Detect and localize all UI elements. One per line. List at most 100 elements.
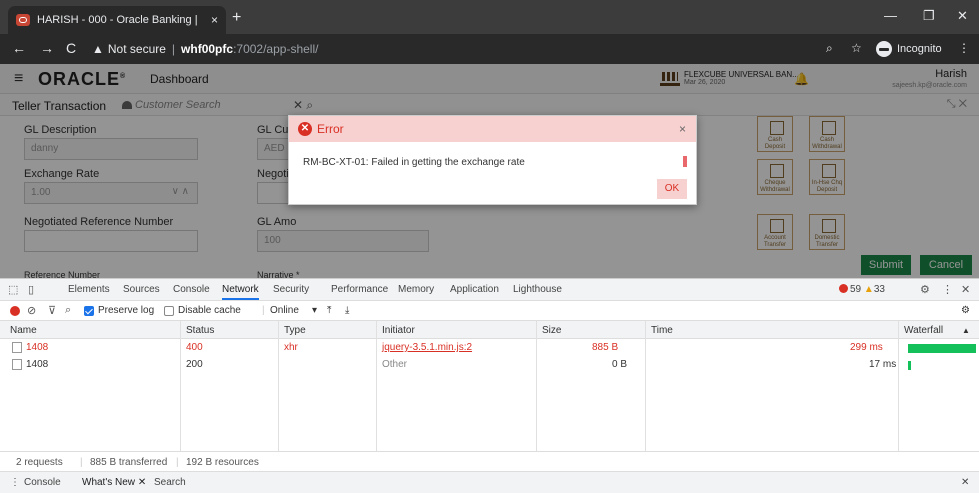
network-toolbar: ⊘ ⊽ ⌕ Preserve log Disable cache | Onlin… — [0, 301, 979, 321]
bookmark-star-icon[interactable]: ☆ — [851, 41, 862, 55]
incognito-icon — [876, 41, 892, 57]
devtools-close-icon[interactable]: ✕ — [961, 283, 970, 296]
request-time: 299 ms — [850, 342, 883, 353]
request-count: 2 requests — [16, 457, 63, 468]
throttle-chevron-down-icon[interactable]: ▾ — [312, 305, 317, 316]
sort-up-icon[interactable]: ▲ — [962, 326, 970, 335]
transferred-size: 885 B transferred — [90, 457, 168, 468]
drawer-close-icon[interactable]: ✕ — [961, 477, 969, 488]
column-time[interactable]: Time — [651, 325, 673, 336]
incognito-indicator[interactable]: Incognito — [876, 41, 942, 57]
warning-count-icon: ▲ — [863, 284, 874, 295]
tab-lighthouse[interactable]: Lighthouse — [513, 284, 562, 295]
forward-arrow-icon[interactable]: → — [40, 40, 54, 56]
tab-title: HARISH - 000 - Oracle Banking | — [37, 14, 198, 26]
url-path: :7002/app-shell/ — [233, 42, 319, 56]
settings-gear-icon[interactable]: ⚙ — [920, 283, 930, 296]
devtools-panel: ⬚ ▯ Elements Sources Console Network Sec… — [0, 278, 979, 493]
address-bar: ← → C ▲ Not secure | whf00pfc :7002/app-… — [0, 34, 979, 64]
request-status: 200 — [186, 359, 203, 370]
status-divider: | — [176, 457, 179, 468]
error-message: RM-BC-XT-01: Failed in getting the excha… — [303, 157, 525, 168]
drawer-tab-console[interactable]: Console — [24, 477, 61, 488]
error-marker — [683, 156, 687, 167]
devtools-tab-bar: ⬚ ▯ Elements Sources Console Network Sec… — [0, 279, 979, 301]
request-name: 1408 — [26, 359, 49, 370]
request-name: 1408 — [26, 342, 49, 353]
issues-badge[interactable]: 59 ▲33 — [839, 284, 885, 295]
clear-icon[interactable]: ⊘ — [27, 304, 36, 317]
maximize-icon[interactable]: ❐ — [923, 8, 935, 24]
back-arrow-icon[interactable]: ← — [12, 40, 26, 56]
oracle-favicon-icon — [16, 14, 30, 26]
zoom-magnifier-icon[interactable]: ⌕ — [826, 41, 833, 56]
drawer-tab-close-icon[interactable]: ✕ — [138, 477, 146, 488]
request-type: xhr — [284, 342, 298, 353]
waterfall-bar — [908, 344, 976, 353]
column-size[interactable]: Size — [542, 325, 561, 336]
disable-cache-label: Disable cache — [178, 305, 241, 316]
table-row[interactable]: 1408 400 xhr jquery-3.5.1.min.js:2 885 B… — [0, 339, 898, 356]
column-waterfall[interactable]: Waterfall — [904, 325, 943, 336]
ok-button[interactable]: OK — [657, 179, 687, 199]
table-row[interactable]: 1408 200 Other 0 B 17 ms — [0, 356, 898, 373]
record-icon[interactable] — [10, 306, 20, 316]
device-toolbar-icon[interactable]: ▯ — [28, 283, 34, 296]
network-settings-gear-icon[interactable]: ⚙ — [961, 305, 970, 316]
tab-network[interactable]: Network — [222, 284, 259, 300]
browser-tab-strip: HARISH - 000 - Oracle Banking | × + — ❐ … — [0, 0, 979, 34]
status-divider: | — [80, 457, 83, 468]
column-initiator[interactable]: Initiator — [382, 325, 415, 336]
search-icon[interactable]: ⌕ — [65, 304, 71, 317]
dialog-close-icon[interactable]: × — [679, 122, 686, 136]
minimize-icon[interactable]: — — [884, 8, 897, 23]
drawer-menu-icon[interactable]: ⋮ — [10, 477, 20, 488]
error-count: 59 — [850, 284, 862, 295]
error-dialog-header: ✕ Error × — [289, 116, 696, 142]
tab-elements[interactable]: Elements — [68, 284, 110, 295]
new-tab-button[interactable]: + — [232, 9, 241, 27]
request-file-icon — [12, 359, 22, 370]
tab-console[interactable]: Console — [173, 284, 210, 295]
warning-triangle-icon: ▲ — [92, 42, 104, 56]
reload-icon[interactable]: C — [66, 40, 76, 56]
filter-icon[interactable]: ⊽ — [48, 304, 56, 317]
request-status: 400 — [186, 342, 203, 353]
url-host: whf00pfc — [181, 42, 234, 56]
devtools-menu-icon[interactable]: ⋮ — [942, 283, 953, 296]
error-count-icon — [839, 284, 848, 293]
browser-tab[interactable]: HARISH - 000 - Oracle Banking | × — [8, 6, 226, 34]
browser-menu-icon[interactable]: ⋮ — [958, 41, 970, 55]
column-type[interactable]: Type — [284, 325, 306, 336]
column-status[interactable]: Status — [186, 325, 214, 336]
disable-cache-checkbox[interactable] — [164, 306, 174, 316]
inspect-element-icon[interactable]: ⬚ — [8, 283, 18, 296]
tab-close-icon[interactable]: × — [211, 13, 218, 27]
request-initiator[interactable]: jquery-3.5.1.min.js:2 — [382, 342, 472, 353]
column-name[interactable]: Name — [10, 325, 37, 336]
network-request-table: Name Status Type Initiator Size Time Wat… — [0, 321, 979, 451]
error-x-icon: ✕ — [298, 122, 312, 136]
import-har-icon[interactable]: ⤒ — [327, 305, 331, 316]
drawer-tab-whats-new[interactable]: What's New ✕ — [82, 477, 146, 488]
resources-size: 192 B resources — [186, 457, 259, 468]
drawer-tab-search[interactable]: Search — [154, 477, 186, 488]
preserve-log-checkbox[interactable] — [84, 306, 94, 316]
network-status-bar: 2 requests | 885 B transferred | 192 B r… — [0, 451, 979, 471]
request-file-icon — [12, 342, 22, 353]
tab-performance[interactable]: Performance — [331, 284, 388, 295]
throttle-select[interactable]: Online — [270, 305, 299, 316]
tab-memory[interactable]: Memory — [398, 284, 434, 295]
tab-sources[interactable]: Sources — [123, 284, 160, 295]
devtools-drawer: ⋮ Console What's New ✕ Search ✕ — [0, 471, 979, 493]
window-close-icon[interactable]: ✕ — [957, 8, 968, 24]
waterfall-bar — [908, 361, 911, 370]
not-secure-label: Not secure — [107, 42, 166, 56]
waterfall-column — [898, 339, 979, 451]
request-size: 0 B — [612, 359, 628, 370]
tab-application[interactable]: Application — [450, 284, 499, 295]
export-har-icon[interactable]: ⤓ — [345, 305, 349, 316]
url-omnibox[interactable]: ▲ Not secure | whf00pfc :7002/app-shell/ — [92, 38, 852, 60]
error-dialog: ✕ Error × RM-BC-XT-01: Failed in getting… — [288, 115, 697, 205]
tab-security[interactable]: Security — [273, 284, 309, 295]
